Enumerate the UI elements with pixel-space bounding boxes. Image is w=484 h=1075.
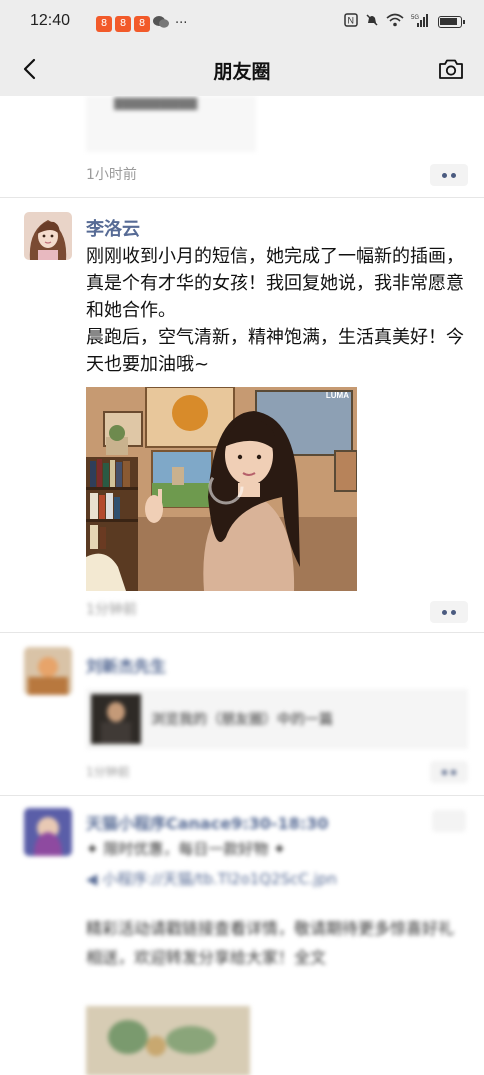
preview-text: ▇▇▇▇▇▇▇▇▇ <box>114 96 198 110</box>
mute-icon <box>365 13 379 30</box>
moments-feed[interactable]: ▇▇▇▇▇▇▇▇▇ 1小时前 李洛云 刚刚收到小月的短信，她完成了一幅新的插画，… <box>0 96 484 1075</box>
post-time: 1分钟前 <box>86 602 137 618</box>
svg-text:N: N <box>348 16 355 26</box>
moment-post: 天猫小程序Canace9:30-18:30 ✦ 限时优惠，每日一款好物 ✦ ◀ … <box>0 796 484 1075</box>
moment-post: 李洛云 刚刚收到小月的短信，她完成了一幅新的插画，真是个有才华的女孩！我回复她说… <box>0 198 484 632</box>
more-notifications-icon: ··· <box>175 16 188 31</box>
post-text: 精彩活动请戳链接查看详情，敬请期待更多惊喜好礼相送，欢迎转发分享给大家！全文 <box>86 919 455 967</box>
post-link[interactable]: ◀ 小程序://天猫/tb.Tl2o1Q2ScC.jpn <box>86 866 456 893</box>
post-image[interactable] <box>86 1006 250 1075</box>
moment-post: ▇▇▇▇▇▇▇▇▇ 1小时前 <box>0 96 484 197</box>
avatar[interactable] <box>24 212 72 260</box>
nav-bar: 朋友圈 <box>0 44 484 96</box>
svg-text:5G: 5G <box>411 15 419 21</box>
shared-link-card[interactable]: 浏览我的（朋友圈）中的一篇 <box>86 689 468 749</box>
status-time: 12:40 <box>30 12 71 29</box>
signal-icon: 5G <box>411 13 431 30</box>
link-title: 浏览我的（朋友圈）中的一篇 <box>151 712 333 728</box>
wifi-icon <box>386 13 404 30</box>
avatar[interactable] <box>24 647 72 695</box>
post-time: 1分钟前 <box>86 765 130 779</box>
avatar[interactable] <box>24 808 72 856</box>
camera-button[interactable] <box>436 54 466 84</box>
more-actions-button[interactable] <box>430 164 468 186</box>
camera-icon <box>439 59 463 79</box>
post-author-name[interactable]: 刘新杰先生 <box>86 653 166 677</box>
nfc-icon: N <box>344 13 358 30</box>
system-icons: N 5G <box>344 13 465 30</box>
image-watermark: LUMA <box>325 391 349 400</box>
notification-icons: 8 8 8 ··· <box>96 14 187 33</box>
post-time: 1小时前 <box>86 167 137 183</box>
post-image[interactable]: LUMA <box>86 387 357 591</box>
app-badge-icon: 8 <box>96 15 112 32</box>
wechat-icon <box>153 14 169 33</box>
moment-post: 刘新杰先生 浏览我的（朋友圈）中的一篇 1分钟前 <box>0 633 484 795</box>
post-line: ✦ 限时优惠，每日一款好物 ✦ <box>86 840 286 858</box>
post-author-name[interactable]: 天猫小程序Canace9:30-18:30 <box>86 810 416 834</box>
page-title: 朋友圈 <box>213 61 271 83</box>
post-text: 刚刚收到小月的短信，她完成了一幅新的插画，真是个有才华的女孩！我回复她说，我非常… <box>86 246 464 375</box>
link-thumbnail <box>91 694 141 744</box>
more-actions-button[interactable] <box>430 761 468 783</box>
battery-icon <box>438 15 465 28</box>
more-actions-button[interactable] <box>430 601 468 623</box>
post-author-name[interactable]: 李洛云 <box>86 215 140 241</box>
app-badge-icon: 8 <box>115 15 131 32</box>
post-preview-card[interactable]: ▇▇▇▇▇▇▇▇▇ <box>86 96 256 152</box>
status-bar: 12:40 8 8 8 ··· N 5G <box>0 0 484 44</box>
more-actions-button[interactable] <box>432 810 466 832</box>
app-badge-icon: 8 <box>134 15 150 32</box>
